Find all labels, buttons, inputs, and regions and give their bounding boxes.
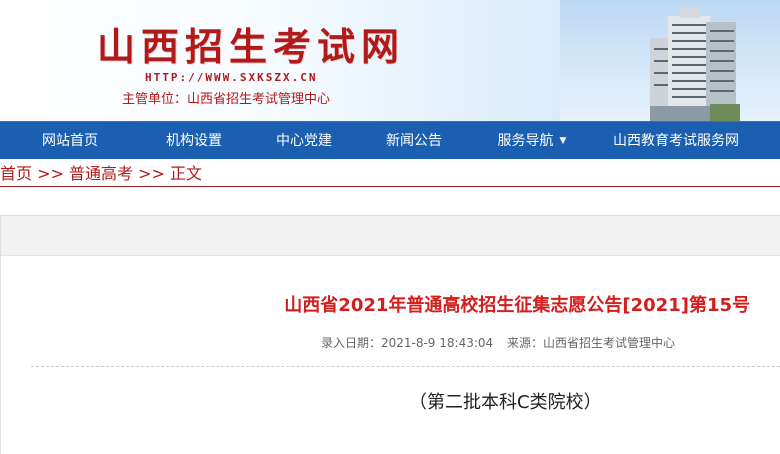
breadcrumb-current: 正文 (170, 164, 203, 183)
breadcrumb-home-link[interactable]: 首页 (0, 164, 32, 183)
breadcrumb-section-link[interactable]: 普通高考 (69, 164, 133, 183)
breadcrumb: 首页 >> 普通高考 >> 正文 (0, 159, 780, 187)
article-container: 山西省2021年普通高校招生征集志愿公告[2021]第15号 录入日期：2021… (0, 215, 780, 454)
article-date: 录入日期：2021-8-9 18:43:04 (320, 336, 494, 350)
breadcrumb-separator: >> (32, 164, 69, 183)
building-image (650, 8, 740, 121)
site-url: HTTP://WWW.SXKSZX.CN (145, 71, 318, 84)
nav-item-home[interactable]: 网站首页 (0, 122, 140, 160)
nav-item-services[interactable]: 服务导航 ▼ (468, 122, 596, 160)
nav-item-exam-service[interactable]: 山西教育考试服务网 (596, 122, 756, 160)
main-nav: 网站首页 机构设置 中心党建 新闻公告 服务导航 ▼ 山西教育考试服务网 (0, 121, 780, 159)
nav-item-organization[interactable]: 机构设置 (140, 122, 248, 160)
site-header: 山西招生考试网 HTTP://WWW.SXKSZX.CN 主管单位：山西省招生考… (0, 0, 780, 121)
article-meta: 录入日期：2021-8-9 18:43:04 来源：山西省招生考试管理中心 (311, 334, 675, 351)
nav-item-party[interactable]: 中心党建 (248, 122, 360, 160)
nav-item-news[interactable]: 新闻公告 (360, 122, 468, 160)
site-sponsor: 主管单位：山西省招生考试管理中心 (122, 92, 331, 107)
breadcrumb-separator: >> (133, 164, 170, 183)
article-title: 山西省2021年普通高校招生征集志愿公告[2021]第15号 (284, 295, 750, 316)
article-body-line: （第二批本科C类院校） (409, 392, 602, 413)
chevron-down-icon: ▼ (559, 135, 567, 146)
site-title[interactable]: 山西招生考试网 (97, 16, 405, 71)
article-top-band (1, 216, 780, 256)
nav-item-services-label: 服务导航 (497, 132, 554, 149)
article-source: 来源：山西省招生考试管理中心 (506, 336, 675, 350)
divider (31, 366, 780, 367)
